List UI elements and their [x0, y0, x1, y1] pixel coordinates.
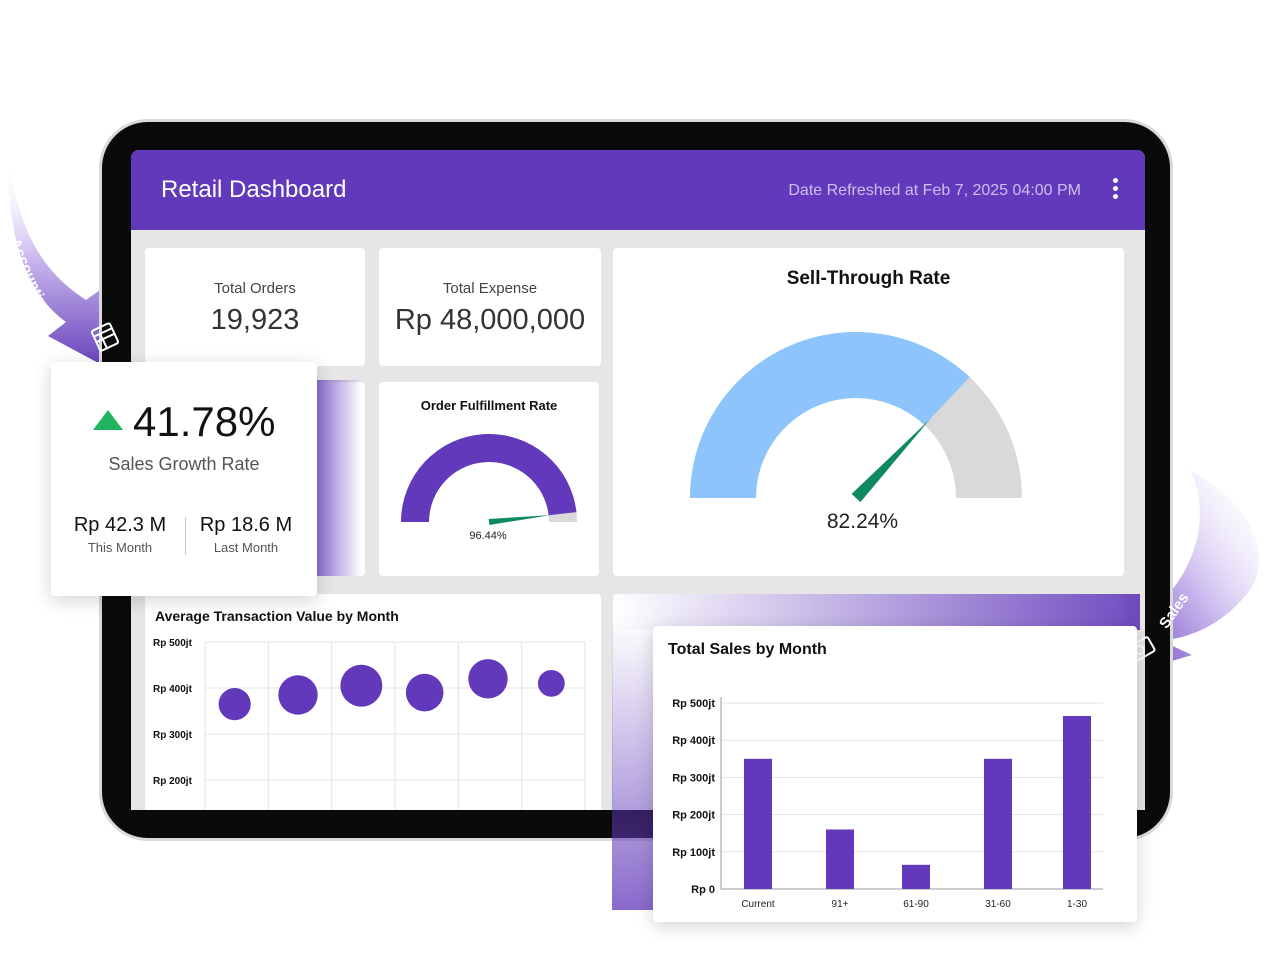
ledger-icon: [90, 322, 120, 352]
y-tick-label: Rp 300jt: [672, 772, 715, 784]
total-sales-chart: Rp 500jt Rp 400jt Rp 300jt Rp 200jt Rp 100jt…: [672, 697, 1103, 910]
y-tick-label: Rp 200jt: [153, 776, 193, 787]
sell-through-gauge-needle: [851, 419, 930, 503]
total-orders-card: Total Orders 19,923: [145, 248, 365, 366]
y-tick-label: Rp 400jt: [153, 684, 193, 695]
last-month-value: Rp 18.6 M: [199, 514, 293, 536]
y-tick-label: Rp 200jt: [672, 810, 715, 822]
avg-transaction-card: Average Transaction Value by Month Rp 50…: [145, 594, 601, 810]
sell-through-value: 82.24%: [826, 510, 899, 533]
sales-growth-label: Sales Growth Rate: [108, 454, 260, 474]
x-tick-label: 1-30: [1067, 899, 1087, 910]
total-expense-value: Rp 48,000,000: [394, 304, 586, 336]
bubble-point: [218, 688, 251, 721]
order-fulfillment-gauge-fill: [401, 433, 577, 522]
total-sales-left-streak: [612, 620, 658, 910]
bar-31-60: [984, 758, 1012, 889]
x-tick-label: Current: [741, 899, 775, 910]
total-sales-popup: Total Sales by Month Rp 500jt Rp 400jt Rp …: [653, 626, 1137, 922]
sales-growth-value: 41.78%: [133, 398, 276, 445]
sales-growth-popup: 41.78% Sales Growth Rate Rp 42.3 M This …: [51, 362, 317, 596]
this-month-value: Rp 42.3 M: [73, 514, 167, 536]
y-tick-label: Rp 100jt: [672, 847, 715, 859]
bubble-point: [468, 659, 508, 699]
x-tick-label: 31-60: [985, 899, 1011, 910]
x-tick-label: 91+: [832, 899, 849, 910]
arrow-up-icon: [93, 410, 123, 430]
order-fulfillment-card: Order Fulfillment Rate 96.44%: [379, 382, 599, 576]
total-expense-card: Total Expense Rp 48,000,000: [379, 248, 601, 366]
page-title: Retail Dashboard: [161, 176, 347, 203]
last-month-label: Last Month: [213, 540, 279, 555]
sell-through-gauge-fill: [690, 332, 970, 498]
total-orders-label: Total Orders: [214, 280, 296, 297]
bar-1-30: [1063, 716, 1091, 889]
date-refreshed: Date Refreshed at Feb 7, 2025 04:00 PM: [788, 182, 1081, 199]
bubble-point: [278, 675, 318, 715]
x-tick-label: 61-90: [903, 899, 929, 910]
y-tick-label: Rp 400jt: [672, 735, 715, 747]
sell-through-card: Sell-Through Rate 82.24%: [613, 248, 1124, 576]
this-month-label: This Month: [87, 540, 153, 555]
order-fulfillment-value: 96.44%: [469, 530, 507, 542]
bubble-point: [405, 673, 444, 712]
dashboard-header: Retail Dashboard Date Refreshed at Feb 7…: [131, 150, 1145, 230]
total-expense-label: Total Expense: [442, 280, 538, 297]
avg-transaction-chart: Rp 500jt Rp 400jt Rp 300jt Rp 200jt: [153, 638, 586, 810]
y-tick-label: Rp 500jt: [153, 638, 193, 649]
total-sales-top-streak: [612, 594, 1140, 630]
order-fulfillment-gauge-needle: [488, 515, 551, 525]
sell-through-gauge: [690, 332, 1022, 503]
order-fulfillment-gauge: [401, 433, 577, 525]
total-orders-value: 19,923: [210, 304, 300, 336]
bar-61-90: [902, 864, 930, 889]
bubble-point: [537, 670, 565, 697]
bubble-point: [340, 664, 383, 707]
y-tick-label: Rp 500jt: [672, 698, 715, 710]
y-tick-label: Rp 300jt: [153, 730, 193, 741]
bar-91+: [826, 829, 854, 889]
kebab-menu-icon[interactable]: [1111, 178, 1119, 202]
sales-growth-shadow-streak: [310, 380, 362, 576]
bar-Current: [744, 758, 772, 889]
y-tick-label: Rp 0: [691, 884, 715, 896]
